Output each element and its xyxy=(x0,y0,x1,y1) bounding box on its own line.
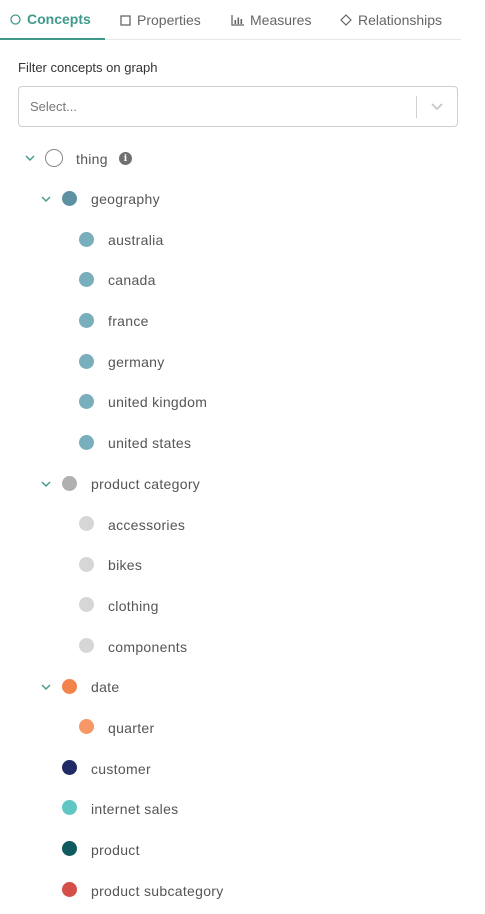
concept-dot xyxy=(79,354,94,369)
concept-dot xyxy=(79,232,94,247)
filter-label: Filter concepts on graph xyxy=(18,60,158,75)
date-concept-dot xyxy=(62,679,77,694)
concept-dot xyxy=(79,597,94,612)
concept-dot xyxy=(79,272,94,287)
bar-chart-icon xyxy=(231,14,244,26)
tab-bar: Concepts Properties Measures Relationshi… xyxy=(0,0,461,40)
tab-properties[interactable]: Properties xyxy=(120,0,201,40)
tree-node-product[interactable]: product xyxy=(91,842,140,858)
filter-select[interactable]: Select... xyxy=(18,86,458,127)
expand-chevron-icon[interactable] xyxy=(39,477,53,491)
tree-node-geography[interactable]: geography xyxy=(91,191,160,207)
tree-node-product-subcategory[interactable]: product subcategory xyxy=(91,883,224,899)
concept-dot xyxy=(79,313,94,328)
tab-measures[interactable]: Measures xyxy=(231,0,311,40)
internet-sales-concept-dot xyxy=(62,800,77,815)
tab-properties-label: Properties xyxy=(137,12,201,28)
tab-concepts-label: Concepts xyxy=(27,11,91,27)
tree-node-australia[interactable]: australia xyxy=(108,232,164,248)
tree-node-thing[interactable]: thing xyxy=(76,151,108,167)
tree-node-clothing[interactable]: clothing xyxy=(108,598,159,614)
expand-chevron-icon[interactable] xyxy=(23,151,37,165)
tab-relationships-label: Relationships xyxy=(358,12,443,28)
concept-dot xyxy=(79,435,94,450)
tab-concepts[interactable]: Concepts xyxy=(0,0,105,40)
customer-concept-dot xyxy=(62,760,77,775)
select-separator xyxy=(416,96,417,118)
product-concept-dot xyxy=(62,841,77,856)
tree-node-bikes[interactable]: bikes xyxy=(108,557,142,573)
tree-node-product-category[interactable]: product category xyxy=(91,476,200,492)
tab-relationships[interactable]: Relationships xyxy=(340,0,442,40)
product-subcategory-concept-dot xyxy=(62,882,77,897)
tree-node-quarter[interactable]: quarter xyxy=(108,720,154,736)
concept-dot xyxy=(79,394,94,409)
concept-dot xyxy=(79,516,94,531)
geography-concept-dot xyxy=(62,191,77,206)
tree-node-united-kingdom[interactable]: united kingdom xyxy=(108,394,207,410)
tree-node-accessories[interactable]: accessories xyxy=(108,517,185,533)
tree-node-germany[interactable]: germany xyxy=(108,354,165,370)
concept-dot xyxy=(79,638,94,653)
info-icon[interactable]: i xyxy=(119,152,132,165)
concept-dot xyxy=(79,557,94,572)
chevron-down-icon[interactable] xyxy=(429,98,445,119)
thing-concept-dot xyxy=(45,149,63,167)
square-icon xyxy=(120,14,131,26)
tab-measures-label: Measures xyxy=(250,12,312,28)
tree-node-internet-sales[interactable]: internet sales xyxy=(91,801,178,817)
expand-chevron-icon[interactable] xyxy=(39,192,53,206)
tree-node-france[interactable]: france xyxy=(108,313,149,329)
circle-icon xyxy=(10,13,21,25)
tree-node-united-states[interactable]: united states xyxy=(108,435,191,451)
filter-select-placeholder: Select... xyxy=(30,99,77,114)
expand-chevron-icon[interactable] xyxy=(39,680,53,694)
tree-node-canada[interactable]: canada xyxy=(108,272,156,288)
tree-node-date[interactable]: date xyxy=(91,679,119,695)
tree-node-components[interactable]: components xyxy=(108,639,187,655)
tree-node-customer[interactable]: customer xyxy=(91,761,151,777)
diamond-icon xyxy=(340,14,352,26)
product-category-concept-dot xyxy=(62,476,77,491)
concept-dot xyxy=(79,719,94,734)
